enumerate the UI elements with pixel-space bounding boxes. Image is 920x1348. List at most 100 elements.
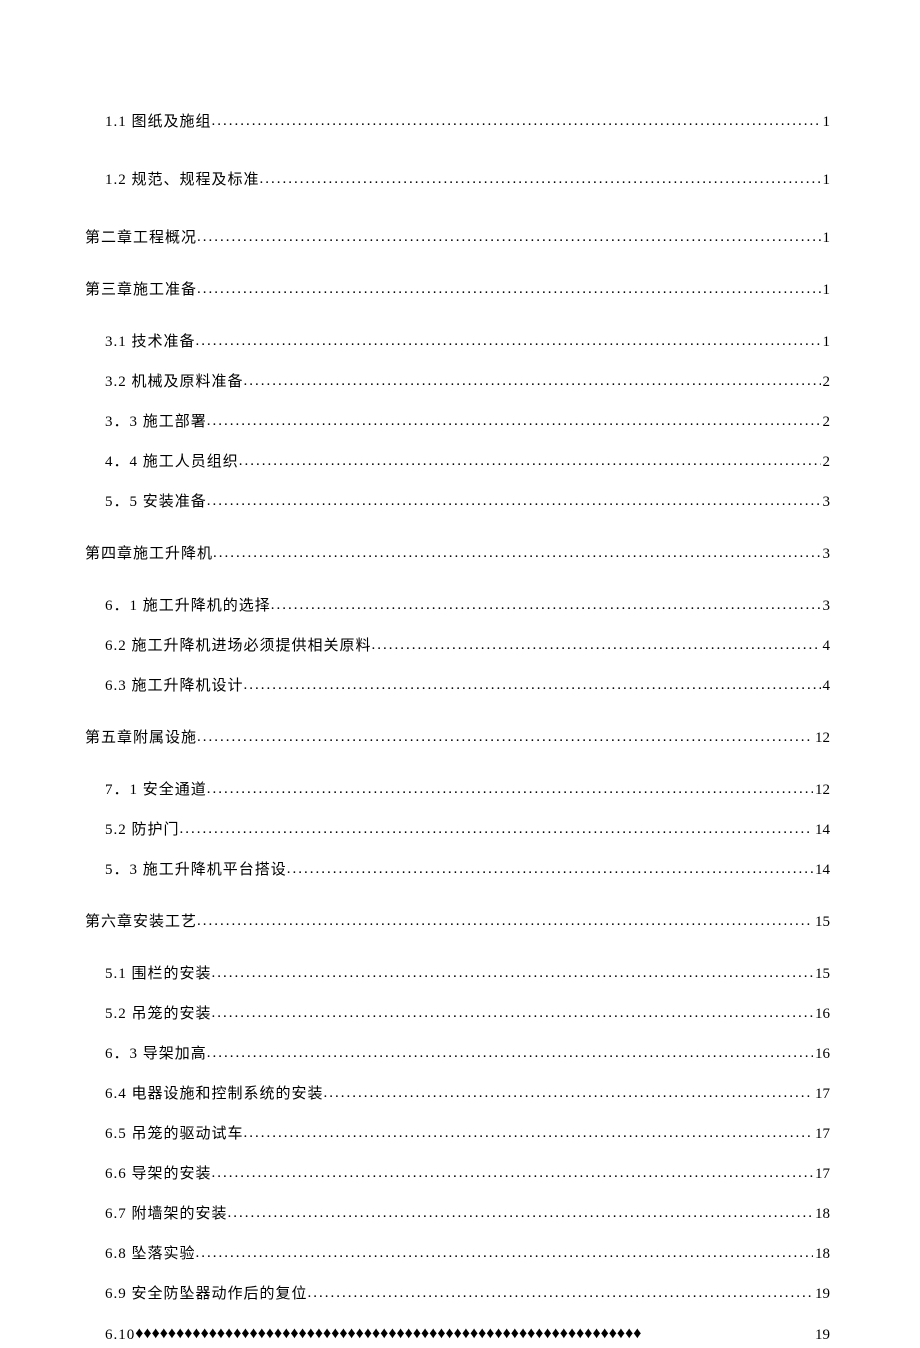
table-of-contents: 1.1 图纸及施组 1 1.2 规范、规程及标准 1 第二章工程概况1 第三章施工准备1 3… — [85, 110, 830, 1348]
toc-leader-dots — [180, 817, 813, 841]
toc-leader-dots — [207, 1041, 813, 1065]
toc-leader-dots — [239, 449, 821, 473]
toc-label: 第三章施工准备 — [85, 278, 197, 302]
toc-page-number: 1 — [821, 110, 831, 134]
toc-page-number: 3 — [821, 594, 831, 618]
toc-page-number: 4 — [821, 634, 831, 658]
toc-entry: 6.3 施工升降机设计 4 — [85, 674, 830, 698]
toc-label: 4．4 施工人员组织 — [105, 450, 239, 474]
toc-page-number: 12 — [813, 778, 830, 802]
toc-entry: 5．5 安装准备 3 — [85, 490, 830, 514]
toc-leader-dots — [271, 593, 821, 617]
toc-entry: 6.5 吊笼的驱动试车 17 — [85, 1122, 830, 1146]
toc-page-number: 16 — [813, 1042, 830, 1066]
toc-entry: 5．3 施工升降机平台搭设 14 — [85, 858, 830, 882]
toc-leader-dots — [196, 329, 821, 353]
toc-leader-dots — [197, 225, 820, 249]
toc-label: 3.1 技术准备 — [105, 330, 196, 354]
toc-label: 6．3 导架加高 — [105, 1042, 207, 1066]
toc-leader-dots — [308, 1281, 813, 1305]
toc-page-number: 14 — [813, 818, 830, 842]
toc-entry: 5.2 吊笼的安装16 — [85, 1002, 830, 1026]
toc-entry: 5.2 防护门 14 — [85, 818, 830, 842]
toc-page-number: 2 — [821, 410, 831, 434]
toc-entry: 第二章工程概况1 — [85, 226, 830, 250]
toc-page-number: 15 — [813, 910, 830, 934]
toc-label: 第四章施工升降机 — [85, 542, 213, 566]
toc-page-number: 1 — [821, 168, 831, 192]
toc-label: 第二章工程概况 — [85, 226, 197, 250]
toc-page-number: 15 — [813, 962, 830, 986]
toc-leader-dots — [212, 1161, 813, 1185]
toc-entry: 6.4 电器设施和控制系统的安装 17 — [85, 1082, 830, 1106]
toc-entry: 1.2 规范、规程及标准 1 — [85, 168, 830, 192]
toc-page-number: 17 — [813, 1122, 830, 1146]
toc-label: 5．5 安装准备 — [105, 490, 207, 514]
toc-entry: 3.2 机械及原料准备 2 — [85, 370, 830, 394]
toc-page-number: 17 — [813, 1162, 830, 1186]
toc-label: 6.7 附墙架的安装 — [105, 1202, 228, 1226]
toc-page-number: 19 — [813, 1323, 830, 1347]
toc-entry: 6.2 施工升降机进场必须提供相关原料 4 — [85, 634, 830, 658]
toc-label: 3．3 施工部署 — [105, 410, 207, 434]
toc-leader-dots — [324, 1081, 813, 1105]
toc-leader-dots — [228, 1201, 813, 1225]
toc-label: 第五章附属设施 — [85, 726, 197, 750]
toc-entry: 6.6 导架的安装 17 — [85, 1162, 830, 1186]
toc-page-number: 12 — [813, 726, 830, 750]
toc-leader-dots — [207, 489, 821, 513]
toc-label: 第六章安装工艺 — [85, 910, 197, 934]
toc-label: 6.4 电器设施和控制系统的安装 — [105, 1082, 324, 1106]
toc-label: 7．1 安全通道 — [105, 778, 207, 802]
toc-entry: 3．3 施工部署 2 — [85, 410, 830, 434]
toc-entry: 6.8 坠落实验 18 — [85, 1242, 830, 1266]
toc-page-number: 3 — [821, 542, 831, 566]
toc-page-number: 3 — [821, 490, 831, 514]
toc-page-number: 2 — [821, 450, 831, 474]
toc-label: 6.5 吊笼的驱动试车 — [105, 1122, 244, 1146]
toc-entry: 3.1 技术准备1 — [85, 330, 830, 354]
toc-page-number: 14 — [813, 858, 830, 882]
toc-leader-dots — [207, 777, 813, 801]
toc-label: 5.2 吊笼的安装 — [105, 1002, 212, 1026]
toc-page-number: 18 — [813, 1242, 830, 1266]
toc-entry: 5.1 围栏的安装 15 — [85, 962, 830, 986]
toc-label: 1.2 规范、规程及标准 — [105, 168, 260, 192]
toc-entry: 6.7 附墙架的安装18 — [85, 1202, 830, 1226]
toc-leader-dots — [244, 673, 821, 697]
toc-label: 6.2 施工升降机进场必须提供相关原料 — [105, 634, 372, 658]
toc-entry: 6.9 安全防坠器动作后的复位 19 — [85, 1282, 830, 1306]
toc-label: 3.2 机械及原料准备 — [105, 370, 244, 394]
toc-leader-dots — [212, 109, 821, 133]
toc-page-number: 17 — [813, 1082, 830, 1106]
toc-leader-dots — [197, 725, 813, 749]
toc-entry: 第四章施工升降机 3 — [85, 542, 830, 566]
toc-entry: 1.1 图纸及施组 1 — [85, 110, 830, 134]
toc-label: 5.1 围栏的安装 — [105, 962, 212, 986]
toc-entry: 第六章安装工艺 15 — [85, 910, 830, 934]
toc-entry: 4．4 施工人员组织 2 — [85, 450, 830, 474]
toc-label: 6.8 坠落实验 — [105, 1242, 196, 1266]
toc-leader-dots — [197, 909, 813, 933]
toc-entry: 第三章施工准备1 — [85, 278, 830, 302]
toc-label: 6.3 施工升降机设计 — [105, 674, 244, 698]
toc-leader-dots — [372, 633, 821, 657]
toc-entry: 6．1 施工升降机的选择3 — [85, 594, 830, 618]
toc-leader-dots — [207, 409, 821, 433]
toc-leader-dots — [196, 1241, 813, 1265]
toc-label: 5．3 施工升降机平台搭设 — [105, 858, 287, 882]
toc-entry: 7．1 安全通道 12 — [85, 778, 830, 802]
toc-leader-diamond: ♦♦♦♦♦♦♦♦♦♦♦♦♦♦♦♦♦♦♦♦♦♦♦♦♦♦♦♦♦♦♦♦♦♦♦♦♦♦♦♦… — [135, 1321, 813, 1347]
toc-label: 1.1 图纸及施组 — [105, 110, 212, 134]
toc-page-number: 19 — [813, 1282, 830, 1306]
toc-entry: 6.10 ♦♦♦♦♦♦♦♦♦♦♦♦♦♦♦♦♦♦♦♦♦♦♦♦♦♦♦♦♦♦♦♦♦♦♦… — [85, 1322, 830, 1348]
toc-page-number: 4 — [821, 674, 831, 698]
toc-page-number: 2 — [821, 370, 831, 394]
toc-label: 6.9 安全防坠器动作后的复位 — [105, 1282, 308, 1306]
toc-label: 5.2 防护门 — [105, 818, 180, 842]
toc-leader-dots — [197, 277, 820, 301]
toc-label: 6.6 导架的安装 — [105, 1162, 212, 1186]
toc-leader-dots — [244, 369, 821, 393]
toc-leader-dots — [212, 961, 813, 985]
toc-leader-dots — [260, 167, 821, 191]
